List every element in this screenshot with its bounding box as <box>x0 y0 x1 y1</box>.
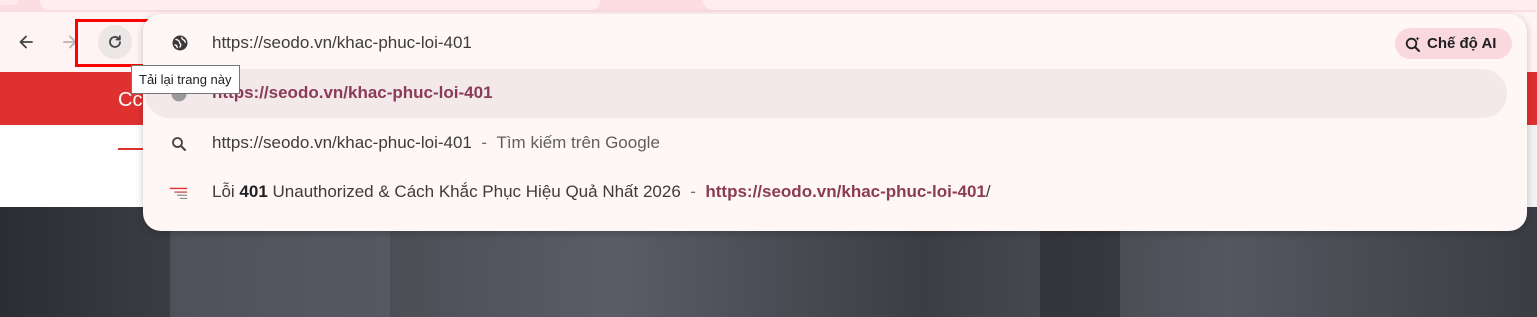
site-info-button[interactable] <box>170 33 190 53</box>
suggestion-item[interactable]: Lỗi 401 Unauthorized & Cách Khắc Phục Hi… <box>145 168 1507 217</box>
ai-mode-button[interactable]: Chế độ AI <box>1395 28 1512 59</box>
arrow-left-icon <box>19 35 33 49</box>
separator: - <box>690 182 696 201</box>
separator: - <box>481 133 487 152</box>
search-icon <box>169 134 189 154</box>
suggestion-text: https://seodo.vn/khac-phuc-loi-401 - Tìm… <box>212 133 660 153</box>
suggestion-url: https://seodo.vn/khac-phuc-loi-401 <box>212 83 493 102</box>
suggestion-query: https://seodo.vn/khac-phuc-loi-401 <box>212 133 472 152</box>
tab-strip <box>0 0 1537 12</box>
ai-mode-label: Chế độ AI <box>1427 35 1497 52</box>
suggestion-text: Lỗi 401 Unauthorized & Cách Khắc Phục Hi… <box>212 182 991 202</box>
suggestion-item[interactable]: https://seodo.vn/khac-phuc-loi-401 <box>145 69 1507 118</box>
omnibox-dropdown: Chế độ AI https://seodo.vn/khac-phuc-loi… <box>143 14 1527 231</box>
tab[interactable] <box>40 0 600 10</box>
suggestion-description: Tìm kiếm trên Google <box>496 133 660 152</box>
tab[interactable] <box>0 0 18 5</box>
suggestion-url-tail: / <box>985 182 991 201</box>
site-favicon-icon <box>169 183 189 203</box>
address-input[interactable] <box>212 29 1212 57</box>
sparkle-search-icon <box>1405 36 1420 52</box>
title-bold: 401 <box>239 182 268 201</box>
globe-icon <box>172 35 188 51</box>
title-rest: Unauthorized & Cách Khắc Phục Hiệu Quả N… <box>267 182 681 201</box>
reload-tooltip: Tải lại trang này <box>131 65 240 94</box>
back-button[interactable] <box>9 25 43 59</box>
title-prefix: Lỗi <box>212 182 240 201</box>
suggestion-item[interactable]: https://seodo.vn/khac-phuc-loi-401 - Tìm… <box>145 119 1507 168</box>
tab[interactable] <box>703 0 1537 10</box>
scrollbar[interactable] <box>1527 125 1537 207</box>
suggestion-url: https://seodo.vn/khac-phuc-loi-401 <box>705 182 986 201</box>
